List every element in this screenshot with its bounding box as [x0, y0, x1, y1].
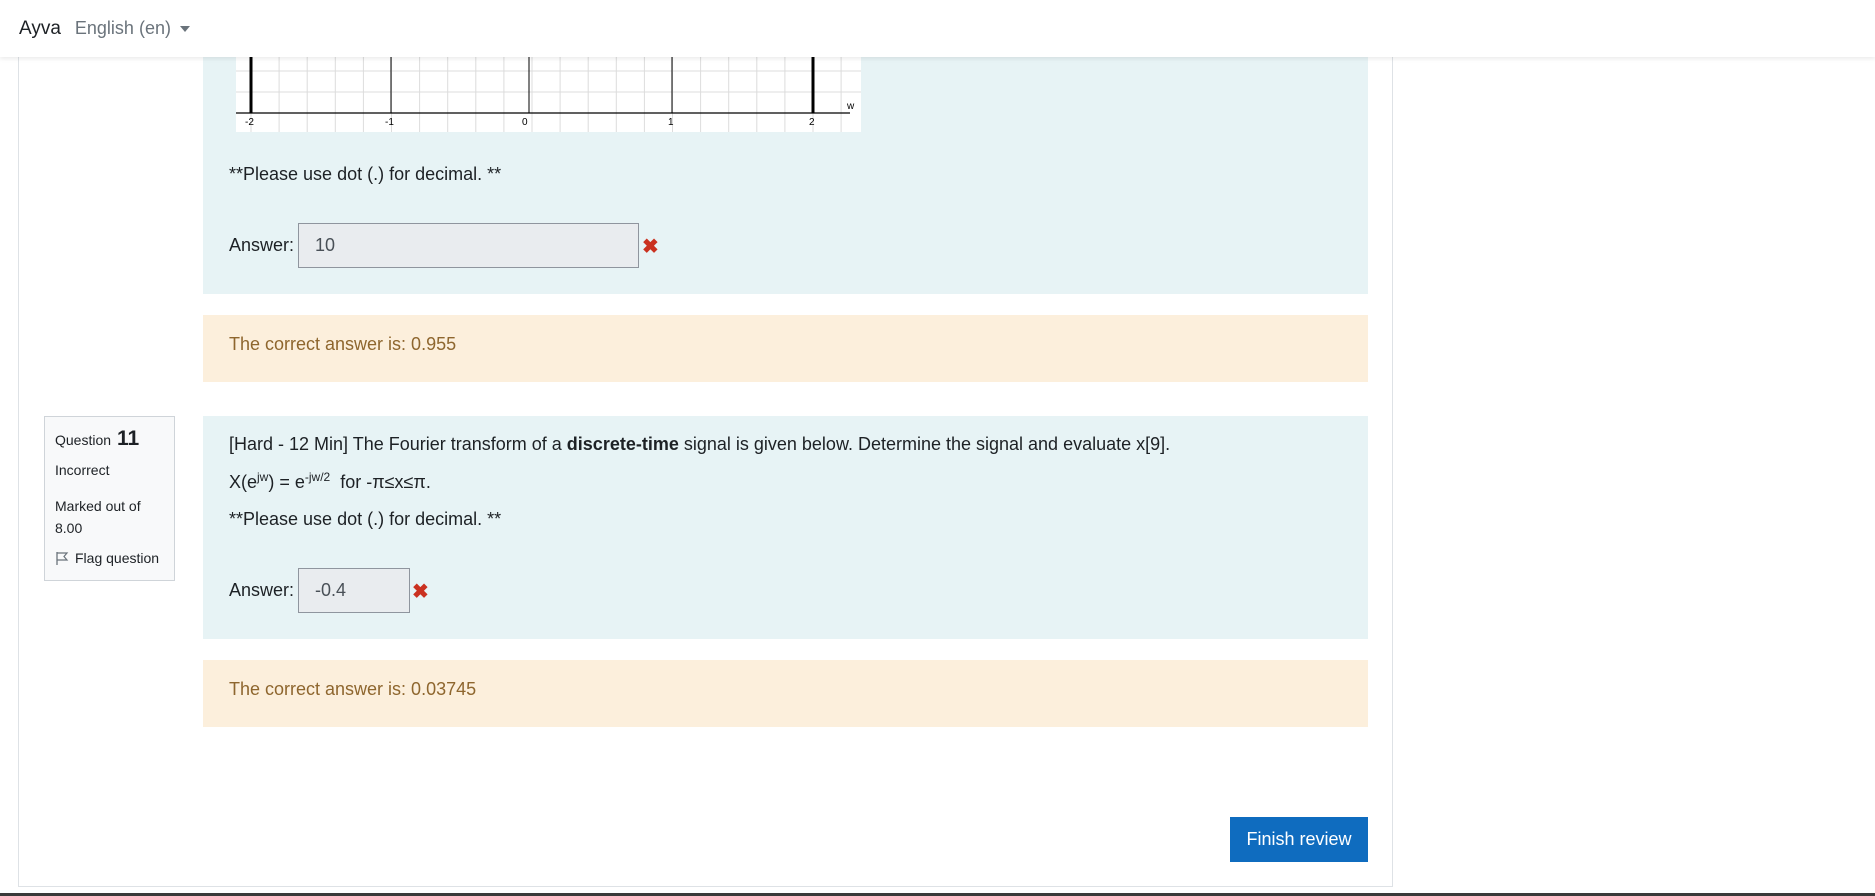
site-brand[interactable]: Ayva — [19, 18, 61, 40]
graph-tick-label: 2 — [809, 117, 815, 128]
graph-image: -2 -1 0 1 2 w — [236, 57, 861, 132]
graph-tick-label: 1 — [668, 117, 674, 128]
top-navbar: Ayva English (en) — [0, 0, 1875, 57]
previous-answer-label: Answer: — [229, 235, 295, 255]
correct-answer-text: The correct answer is: 0.955 — [229, 334, 457, 354]
fourier-formula: X(ejw) = e-jw/2 for -π≤x≤π. — [229, 470, 431, 492]
question-state: Incorrect — [55, 462, 110, 478]
finish-review-button[interactable]: Finish review — [1230, 817, 1368, 862]
previous-answer-field[interactable] — [298, 223, 639, 268]
graph-tick-label: -1 — [385, 117, 394, 128]
flag-icon — [56, 551, 69, 565]
question-text-bold: discrete-time — [566, 434, 679, 454]
correct-answer-text: The correct answer is: 0.03745 — [229, 679, 477, 699]
question-text: [Hard - 12 Min] The Fourier transform of… — [229, 434, 1171, 454]
question-grade: Marked out of 8.00 — [55, 498, 141, 536]
answer-label: Answer: — [229, 580, 295, 600]
cross-icon: ✖ — [642, 236, 659, 258]
caret-down-icon — [179, 25, 190, 32]
question-feedback: The correct answer is: 0.03745 — [203, 660, 1368, 727]
flag-question-label: Flag question — [75, 550, 160, 566]
cross-icon: ✖ — [412, 581, 429, 603]
flag-question-link[interactable]: Flag question — [55, 550, 159, 566]
answer-field[interactable] — [298, 568, 410, 613]
language-menu[interactable]: English (en) — [75, 18, 190, 39]
language-label: English (en) — [74, 18, 171, 38]
previous-decimal-note: **Please use dot (.) for decimal. ** — [229, 164, 502, 184]
question-number: Question 11 — [55, 427, 140, 450]
graph-tick-label: -2 — [245, 117, 254, 128]
graph-axis-label: w — [846, 101, 855, 112]
graph-tick-label: 0 — [522, 117, 528, 128]
decimal-note: **Please use dot (.) for decimal. ** — [229, 509, 502, 529]
previous-feedback: The correct answer is: 0.955 — [203, 315, 1368, 382]
question-info-panel: Question 11 Incorrect Marked out of 8.00… — [44, 416, 175, 581]
